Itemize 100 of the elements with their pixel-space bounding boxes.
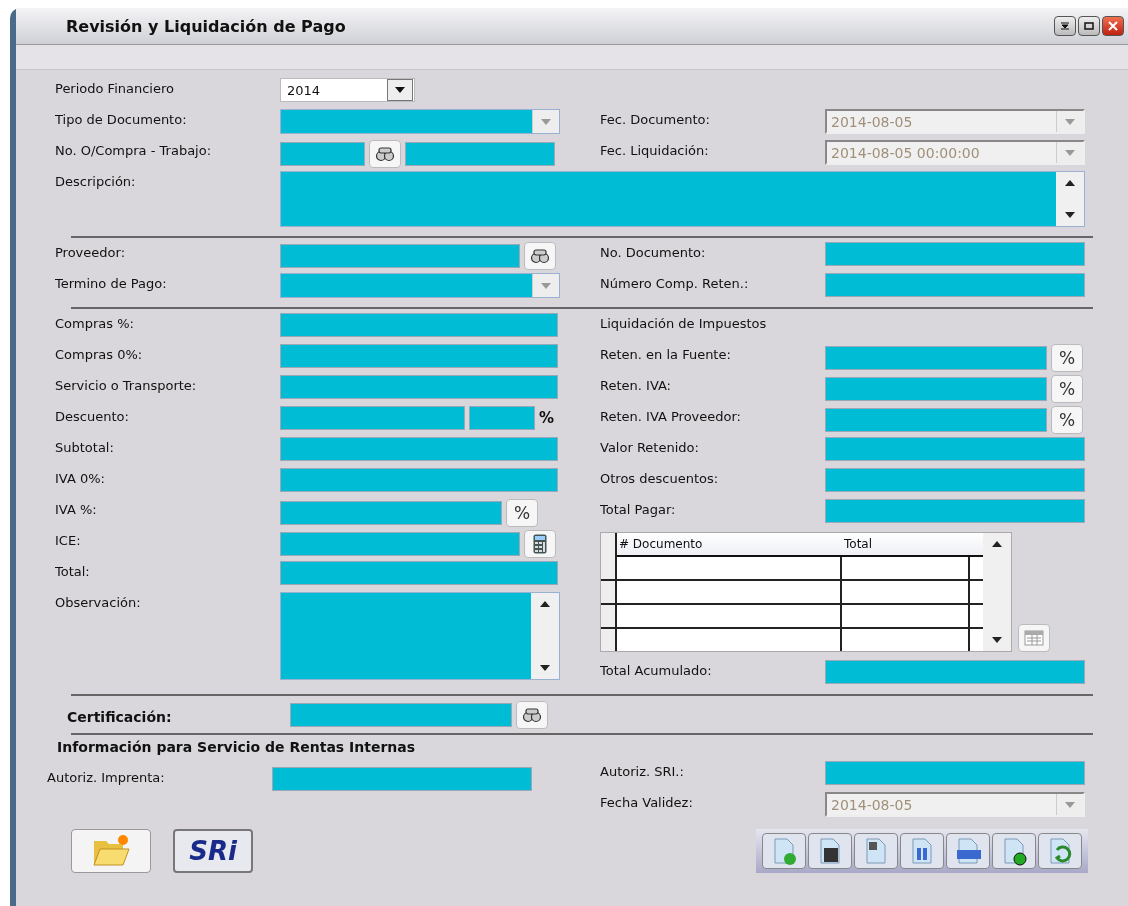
memo-field[interactable] [280, 171, 1085, 227]
input-field[interactable] [280, 406, 465, 430]
search-button[interactable] [516, 701, 548, 729]
row-header[interactable] [601, 581, 617, 605]
folder-icon [91, 833, 131, 869]
input-field[interactable] [825, 761, 1085, 785]
scrollbar[interactable] [531, 593, 559, 679]
input-field[interactable] [469, 406, 535, 430]
maximize-button[interactable] [1078, 16, 1100, 36]
field-label: No. O/Compra - Trabajo: [55, 142, 213, 158]
table-button[interactable] [1018, 624, 1050, 652]
input-field[interactable] [825, 468, 1085, 492]
window-title: Revisión y Liquidación de Pago [66, 16, 346, 36]
calculator-icon [533, 534, 547, 554]
field-label: Fec. Liquidación: [600, 142, 710, 158]
field-label: ICE: [55, 532, 82, 548]
section-heading: Liquidación de Impuestos [600, 315, 768, 331]
input-field[interactable] [280, 313, 558, 337]
column-header[interactable]: # Documento [617, 533, 842, 557]
percent-button[interactable]: % [1051, 344, 1083, 372]
input-field[interactable] [290, 703, 512, 727]
menu-icon [1060, 22, 1070, 30]
percent-button[interactable]: % [1051, 406, 1083, 434]
input-field[interactable] [280, 468, 558, 492]
input-field[interactable] [280, 532, 520, 556]
field-label: Total: [55, 563, 91, 579]
row-header[interactable] [601, 605, 617, 629]
field-label: Autoriz. Imprenta: [47, 769, 166, 785]
input-field[interactable] [825, 273, 1085, 297]
field-label: Observación: [55, 594, 142, 610]
field-label: Número Comp. Reten.: [600, 275, 750, 291]
scroll-down-icon [1065, 212, 1075, 218]
field-label: Servicio o Transporte: [55, 377, 198, 393]
field-label: Termino de Pago: [55, 275, 168, 291]
input-field[interactable] [280, 501, 502, 525]
percent-button[interactable]: % [1051, 375, 1083, 403]
toolbar-button[interactable] [808, 833, 852, 869]
section-heading: Información para Servicio de Rentas Internas [56, 739, 417, 755]
field-label: Autoriz. SRI.: [600, 763, 685, 779]
input-field[interactable] [280, 437, 558, 461]
calculator-button[interactable] [524, 530, 556, 558]
input-field[interactable] [825, 499, 1085, 523]
input-field[interactable] [280, 244, 520, 268]
input-field[interactable] [825, 346, 1047, 370]
table-icon [1024, 630, 1044, 646]
field-label: Fecha Validez: [600, 794, 694, 810]
input-field[interactable] [280, 344, 558, 368]
field-label: Certificación: [67, 707, 173, 725]
new-folder-button[interactable] [71, 829, 151, 873]
field-label: Otros descuentos: [600, 470, 720, 486]
scroll-up-icon [992, 541, 1002, 547]
search-button[interactable] [369, 140, 401, 168]
field-label: Valor Retenido: [600, 439, 700, 455]
dropdown-arrow-icon [1065, 118, 1075, 125]
field-label: Periodo Financiero [55, 80, 175, 96]
binoculars-icon [530, 248, 550, 264]
input-field[interactable] [825, 437, 1085, 461]
combo-field[interactable] [280, 273, 560, 298]
input-field[interactable] [405, 142, 555, 166]
field-label: IVA 0%: [55, 470, 106, 486]
dropdown-arrow-icon [395, 87, 405, 93]
input-field[interactable] [280, 142, 365, 166]
binoculars-icon [375, 146, 395, 162]
percent-sign: % [539, 409, 555, 427]
field-label: Tipo de Documento: [55, 111, 188, 127]
field-label: Descuento: [55, 408, 130, 424]
binoculars-icon [522, 707, 542, 723]
dropdown-arrow-icon [541, 118, 551, 125]
memo-field[interactable] [280, 592, 560, 680]
search-button[interactable] [524, 242, 556, 270]
input-field[interactable] [825, 408, 1047, 432]
close-icon [1108, 21, 1118, 31]
toolbar-button[interactable] [854, 833, 898, 869]
field-label: Reten. IVA Proveedor: [600, 408, 742, 424]
field-label: Proveedor: [55, 244, 126, 260]
field-label: Reten. en la Fuente: [600, 346, 732, 362]
scroll-down-icon [992, 637, 1002, 643]
close-button[interactable] [1102, 16, 1124, 36]
row-header[interactable] [601, 557, 617, 581]
input-field[interactable] [280, 375, 558, 399]
input-field[interactable] [825, 377, 1047, 401]
column-header[interactable]: Total [842, 533, 970, 557]
period-select[interactable]: 2014 [280, 78, 415, 102]
scrollbar[interactable] [1056, 172, 1084, 226]
dropdown-arrow-icon [541, 282, 551, 289]
menu-button[interactable] [1054, 16, 1076, 36]
field-label: IVA %: [55, 501, 98, 517]
input-field[interactable] [825, 242, 1085, 266]
maximize-icon [1084, 22, 1094, 30]
combo-field[interactable] [280, 109, 560, 134]
field-label: Descripción: [55, 173, 137, 189]
input-field[interactable] [280, 561, 558, 585]
input-field[interactable] [825, 660, 1085, 684]
input-field[interactable] [272, 767, 532, 791]
sri-logo-button[interactable]: SRi [173, 829, 253, 873]
dropdown-arrow-icon [1065, 801, 1075, 808]
field-label: Total Pagar: [600, 501, 677, 517]
percent-button[interactable]: % [506, 499, 538, 527]
field-label: Total Acumulado: [600, 662, 713, 678]
field-label: Reten. IVA: [600, 377, 672, 393]
